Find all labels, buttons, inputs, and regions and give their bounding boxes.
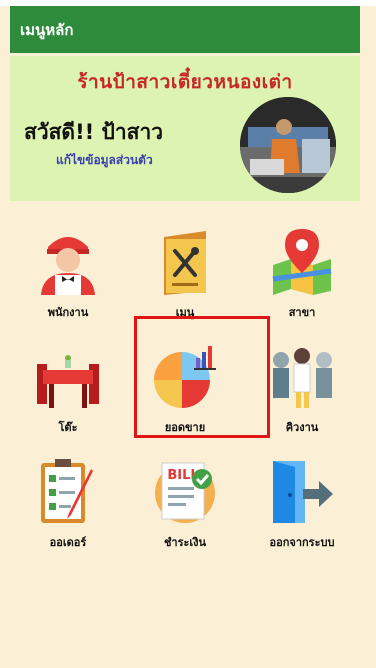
menu-item-label: พนักงาน [47,306,89,319]
profile-header: ร้านป้าสาวเตี๋ยวหนองเต่า สวัสดี!! ป้าสาว… [10,56,360,201]
order-checklist-icon [41,459,93,523]
employee-icon [41,237,95,295]
menu-item-payment[interactable]: BILL ชำระเงิน [127,443,243,553]
menu-item-branch[interactable]: สาขา [244,213,360,323]
menu-item-table[interactable]: โต๊ะ [10,328,126,438]
greeting-text: สวัสดี!! ป้าสาว [24,120,164,144]
edit-profile-link[interactable]: แก้ไขข้อมูลส่วนตัว [56,151,153,170]
avatar [240,97,336,193]
menu-item-order[interactable]: ออเดอร์ [10,443,126,553]
menu-item-food-menu[interactable]: เมนู [127,213,243,323]
food-menu-icon [164,231,206,295]
menu-item-label: ชำระเงิน [163,536,207,549]
app-bar: เมนูหลัก [10,6,360,53]
menu-item-label: ออเดอร์ [49,536,87,549]
shop-name: ร้านป้าสาวเตี๋ยวหนองเต่า [77,71,293,93]
menu-item-employee[interactable]: พนักงาน [10,213,126,323]
bill-payment-icon: BILL [155,462,215,523]
menu-item-label: ออกจากระบบ [269,536,335,549]
logout-icon [273,461,333,523]
menu-item-logout[interactable]: ออกจากระบบ [244,443,360,553]
queue-icon [273,348,332,408]
selection-highlight [134,316,270,438]
branch-map-icon [272,229,332,295]
table-icon [37,355,99,408]
app-bar-title: เมนูหลัก [20,20,74,39]
menu-item-label: โต๊ะ [58,421,78,434]
